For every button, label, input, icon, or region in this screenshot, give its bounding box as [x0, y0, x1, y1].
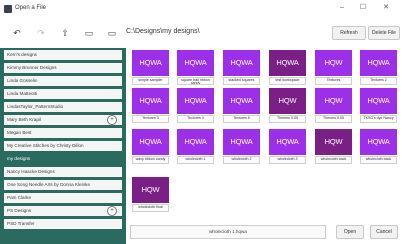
folder-item[interactable]: Linda Matteotti: [4, 89, 122, 99]
current-path: C:\Designs\my designs\: [126, 28, 200, 35]
file-thumbnail: HQWA: [177, 50, 214, 76]
file-tile[interactable]: HQWA wholecloth back: [360, 129, 397, 164]
file-tile[interactable]: HQWA Textures 4: [177, 88, 214, 123]
file-caption: Themes 0.05: [269, 115, 306, 123]
file-caption: wavy ribbon candy: [132, 156, 169, 164]
file-caption: square trail ribbon candy: [177, 77, 214, 85]
close-button[interactable]: ✕: [378, 2, 394, 14]
file-caption: Textures 4: [177, 115, 214, 123]
file-tile[interactable]: HQW Themes 0.05: [315, 88, 352, 123]
refresh-button[interactable]: Refresh: [332, 26, 366, 40]
file-tile[interactable]: HQW wholecloth back: [315, 129, 352, 164]
window-title: Open a File: [15, 5, 47, 11]
list-view-icon[interactable]: ▭: [104, 26, 120, 40]
file-tile[interactable]: HQWA Textures 5: [223, 88, 260, 123]
file-tile[interactable]: HQWA TKSG's dye Nancy: [360, 88, 397, 123]
folder-item[interactable]: Pam Clarke: [4, 193, 122, 203]
file-tile[interactable]: HQWA square trail ribbon candy: [177, 50, 214, 85]
file-thumbnail: HQWA: [360, 129, 397, 155]
file-tile[interactable]: HQW Themes 0.05: [269, 88, 306, 123]
redo-icon[interactable]: ↷: [33, 26, 49, 40]
file-thumbnail: HQWA: [269, 129, 306, 155]
file-caption: Textures 5: [223, 115, 260, 123]
filename-field[interactable]: wholecloth 1.hqwa: [130, 225, 326, 239]
folder-item[interactable]: PSD Transfer: [4, 219, 122, 229]
undo-icon[interactable]: ↶: [9, 26, 25, 40]
expand-folder-icon[interactable]: +: [107, 206, 117, 216]
folder-item[interactable]: LindasTaylor_PatternStudio: [4, 102, 122, 112]
file-caption: stacked squares: [223, 77, 260, 85]
file-thumbnail: HQWA: [223, 50, 260, 76]
file-thumbnail: HQWA: [223, 88, 260, 114]
file-thumbnail: HQWA: [360, 88, 397, 114]
file-tile[interactable]: HQWA wavy ribbon candy: [132, 129, 169, 164]
file-caption: test workspace: [269, 77, 306, 85]
maximize-button[interactable]: ☐: [355, 2, 371, 14]
file-thumbnail: HQWA: [132, 50, 169, 76]
file-tile[interactable]: HQWA wholecloth 3: [269, 129, 306, 164]
folder-item[interactable]: Linda Gosselin: [4, 76, 122, 86]
file-tile[interactable]: HQWA simple sampler: [132, 50, 169, 85]
file-thumbnail: HQW: [132, 177, 169, 203]
folder-item[interactable]: One Song Needle Arts by Donna Kleinke: [4, 180, 122, 190]
folder-item[interactable]: Kerri's designs: [4, 50, 122, 60]
cancel-button[interactable]: Cancel: [370, 225, 398, 239]
bottom-bar: wholecloth 1.hqwa Open Cancel: [126, 220, 402, 244]
app-icon: [4, 5, 12, 13]
expand-folder-icon[interactable]: +: [107, 115, 117, 125]
file-caption: wholecloth final: [132, 204, 169, 212]
file-tile[interactable]: HQWA Textures 3: [132, 88, 169, 123]
file-caption: Textures 2: [360, 77, 397, 85]
file-thumbnail: HQWA: [360, 50, 397, 76]
delete-file-button[interactable]: Delete File: [368, 26, 400, 40]
folder-item[interactable]: Nancy Haacke Designs: [4, 167, 122, 177]
file-thumbnail: HQW: [269, 88, 306, 114]
file-tile[interactable]: HQWA test workspace: [269, 50, 306, 85]
toolbar: ↶ ↷ ⇧ ▭ ▭ C:\Designs\my designs\ Refresh…: [0, 18, 402, 48]
file-caption: Themes 0.05: [315, 115, 352, 123]
open-button[interactable]: Open: [336, 225, 364, 239]
file-grid: HQWA simple sampler HQWA square trail ri…: [126, 48, 402, 220]
file-thumbnail: HQW: [315, 129, 352, 155]
minimize-button[interactable]: –: [334, 2, 350, 14]
file-thumbnail: HQWA: [132, 88, 169, 114]
file-tile[interactable]: HQWA wholecloth 1: [177, 129, 214, 164]
folder-item[interactable]: Kimmy Brunner Designs: [4, 63, 122, 73]
file-thumbnail: HQWA: [223, 129, 260, 155]
file-thumbnail: HQW: [315, 50, 352, 76]
file-caption: wholecloth 1: [177, 156, 214, 164]
file-caption: Textures 3: [132, 115, 169, 123]
file-thumbnail: HQWA: [177, 129, 214, 155]
file-caption: simple sampler: [132, 77, 169, 85]
file-caption: wholecloth 2: [223, 156, 260, 164]
folder-item-selected[interactable]: my designs: [4, 154, 122, 164]
file-thumbnail: HQW: [315, 88, 352, 114]
file-tile[interactable]: HQW Textures: [315, 50, 352, 85]
file-caption: Textures: [315, 77, 352, 85]
up-folder-icon[interactable]: ⇧: [57, 26, 73, 40]
file-tile[interactable]: HQWA Textures 2: [360, 50, 397, 85]
folder-item[interactable]: Megan Best: [4, 128, 122, 138]
file-tile[interactable]: HQWA stacked squares: [223, 50, 260, 85]
folder-sidebar: Kerri's designs Kimmy Brunner Designs Li…: [0, 48, 126, 244]
file-caption: wholecloth back: [315, 156, 352, 164]
folder-item[interactable]: Mary Beth Krapil: [4, 115, 122, 125]
title-bar: Open a File – ☐ ✕: [0, 0, 402, 18]
file-caption: wholecloth back: [360, 156, 397, 164]
folder-item[interactable]: PS Designs: [4, 206, 122, 216]
file-caption: wholecloth 3: [269, 156, 306, 164]
file-caption: TKSG's dye Nancy: [360, 115, 397, 123]
file-tile[interactable]: HQW wholecloth final: [132, 177, 169, 212]
file-thumbnail: HQWA: [177, 88, 214, 114]
file-thumbnail: HQWA: [269, 50, 306, 76]
folder-item[interactable]: My Creative Stitches by Christy Dillon: [4, 141, 122, 151]
file-tile[interactable]: HQWA wholecloth 2: [223, 129, 260, 164]
file-thumbnail: HQWA: [132, 129, 169, 155]
thumbnail-view-icon[interactable]: ▭: [81, 26, 97, 40]
